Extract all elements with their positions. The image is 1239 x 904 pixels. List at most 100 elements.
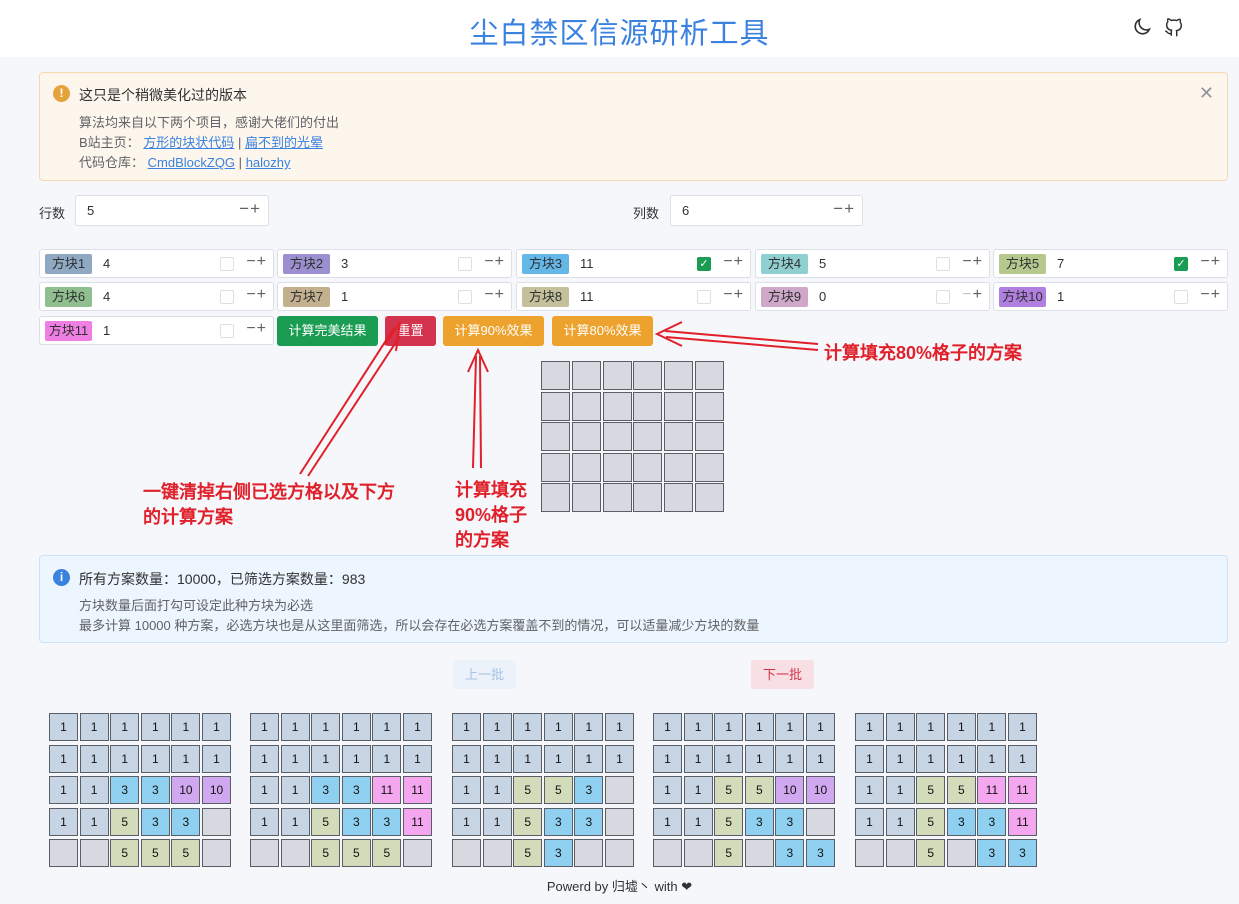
block-stepper[interactable]: −+ [484, 286, 505, 304]
block-stepper[interactable]: −+ [723, 286, 744, 304]
block-input-11[interactable]: 方块11 1 −+ [39, 316, 274, 345]
grid-cell[interactable] [602, 483, 632, 513]
grid-cell[interactable] [633, 483, 663, 513]
grid-cell[interactable] [695, 422, 724, 452]
required-checkbox[interactable] [220, 290, 234, 304]
bili-link-1[interactable]: 方形的块状代码 [143, 135, 234, 150]
block-input-7[interactable]: 方块7 1 −+ [277, 282, 512, 311]
grid-cell[interactable] [541, 391, 570, 421]
solution-cell: 3 [1008, 839, 1037, 868]
grid-cell[interactable] [695, 452, 724, 482]
grid-cell[interactable] [602, 422, 632, 452]
rows-input[interactable]: 5 −+ [75, 195, 269, 226]
grid-cell[interactable] [602, 391, 632, 421]
repo-link-2[interactable]: halozhy [246, 155, 291, 170]
block-stepper[interactable]: −+ [484, 253, 505, 271]
close-icon[interactable]: ✕ [1199, 83, 1214, 104]
block-stepper[interactable]: −+ [246, 253, 267, 271]
solution-cell: 10 [775, 776, 805, 805]
block-input-1[interactable]: 方块1 4 −+ [39, 249, 274, 278]
calc-90-button[interactable]: 计算90%效果 [443, 316, 544, 346]
solution-cell: 5 [372, 839, 402, 868]
block-stepper[interactable]: −+ [1200, 253, 1221, 271]
footer: Powerd by 归墟丶 with ❤ [546, 879, 693, 894]
grid-cell[interactable] [695, 391, 724, 421]
block-input-3[interactable]: 方块3 11 ✓ −+ [516, 249, 751, 278]
calc-80-button[interactable]: 计算80%效果 [552, 316, 653, 346]
block-stepper[interactable]: −+ [962, 286, 983, 304]
grid-cell[interactable] [571, 391, 601, 421]
reset-button[interactable]: 重置 [385, 316, 436, 346]
grid-cell[interactable] [602, 452, 632, 482]
github-icon[interactable] [1163, 16, 1185, 38]
block-stepper[interactable]: −+ [246, 286, 267, 304]
grid-cell[interactable] [602, 361, 632, 390]
bili-link-2[interactable]: 扁不到的光晕 [245, 135, 323, 150]
calc-perfect-button[interactable]: 计算完美结果 [277, 316, 378, 346]
block-stepper[interactable]: −+ [723, 253, 744, 271]
block-input-8[interactable]: 方块8 11 −+ [516, 282, 751, 311]
grid-cell[interactable] [571, 483, 601, 513]
required-checkbox[interactable] [936, 290, 950, 304]
grid-cell[interactable] [664, 361, 694, 390]
warning-icon: ! [53, 85, 70, 102]
prev-batch-button[interactable]: 上一批 [453, 660, 516, 689]
grid-cell[interactable] [541, 483, 570, 513]
block-input-2[interactable]: 方块2 3 −+ [277, 249, 512, 278]
grid-cell[interactable] [633, 452, 663, 482]
grid-cell[interactable] [664, 483, 694, 513]
rows-stepper[interactable]: −+ [239, 199, 261, 219]
solution-cell: 1 [1008, 744, 1037, 773]
repo-link-1[interactable]: CmdBlockZQG [148, 155, 235, 170]
required-checkbox[interactable] [697, 290, 711, 304]
block-input-9[interactable]: 方块9 0 −+ [755, 282, 990, 311]
required-checkbox[interactable] [458, 290, 472, 304]
required-checkbox[interactable] [936, 257, 950, 271]
solution-cell [683, 839, 713, 868]
grid-cell[interactable] [695, 483, 724, 513]
required-checkbox[interactable]: ✓ [697, 257, 711, 271]
block-stepper[interactable]: −+ [1200, 286, 1221, 304]
bili-label: B站主页： [79, 135, 140, 150]
required-checkbox[interactable]: ✓ [1174, 257, 1188, 271]
block-input-4[interactable]: 方块4 5 −+ [755, 249, 990, 278]
grid-cell[interactable] [695, 361, 724, 390]
solution-cell: 1 [311, 744, 341, 773]
solution-cell: 1 [513, 713, 543, 741]
repo-label: 代码仓库： [79, 155, 145, 170]
required-checkbox[interactable] [1174, 290, 1188, 304]
required-checkbox[interactable] [220, 257, 234, 271]
grid-cell[interactable] [633, 361, 663, 390]
grid-cell[interactable] [633, 422, 663, 452]
next-batch-button[interactable]: 下一批 [751, 660, 814, 689]
solution-cell: 1 [250, 744, 279, 773]
grid-cell[interactable] [664, 422, 694, 452]
grid-cell[interactable] [664, 391, 694, 421]
required-checkbox[interactable] [458, 257, 472, 271]
block-stepper[interactable]: −+ [246, 320, 267, 338]
grid-cell[interactable] [541, 361, 570, 390]
grid-cell[interactable] [571, 422, 601, 452]
block-stepper[interactable]: −+ [962, 253, 983, 271]
solution-cell: 1 [775, 744, 805, 773]
block-input-6[interactable]: 方块6 4 −+ [39, 282, 274, 311]
block-label: 方块1 [45, 254, 92, 274]
grid-cell[interactable] [664, 452, 694, 482]
solution-cell: 1 [49, 744, 78, 773]
cols-stepper[interactable]: −+ [833, 199, 855, 219]
grid-cell[interactable] [541, 422, 570, 452]
cols-input[interactable]: 6 −+ [670, 195, 863, 226]
grid-cell[interactable] [571, 452, 601, 482]
solution-cell: 1 [946, 713, 976, 741]
solution-cell [79, 839, 109, 868]
block-input-5[interactable]: 方块5 7 ✓ −+ [993, 249, 1228, 278]
solution-cell: 1 [110, 744, 140, 773]
grid-cell[interactable] [633, 391, 663, 421]
solution-cell: 1 [653, 807, 682, 836]
moon-icon[interactable] [1131, 16, 1153, 38]
grid-cell[interactable] [541, 452, 570, 482]
block-input-10[interactable]: 方块10 1 −+ [993, 282, 1228, 311]
solution-cell: 5 [513, 839, 543, 868]
required-checkbox[interactable] [220, 324, 234, 338]
grid-cell[interactable] [571, 361, 601, 390]
